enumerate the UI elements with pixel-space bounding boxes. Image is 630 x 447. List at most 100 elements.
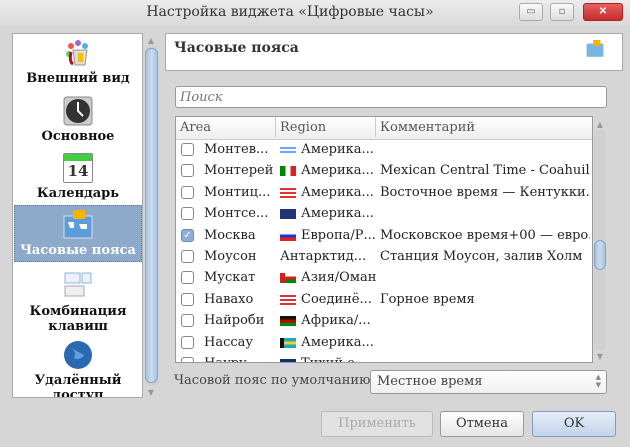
flag-bs-icon bbox=[280, 337, 296, 348]
sidebar-scroll-up[interactable]: ▲ bbox=[145, 36, 157, 45]
cell-area: Москва bbox=[204, 227, 256, 243]
sidebar: Внешний вид Основное 14 Календарь Часовы… bbox=[12, 33, 143, 398]
maximize-button[interactable]: ▫ bbox=[550, 3, 574, 21]
column-header-comment[interactable]: Комментарий bbox=[376, 117, 592, 137]
table-scroll-thumb[interactable] bbox=[594, 240, 606, 270]
cell-area: Монтерей bbox=[204, 163, 274, 179]
spinner-arrows-icon: ▲ ▼ bbox=[595, 373, 601, 389]
close-button[interactable]: ✕ bbox=[583, 3, 623, 21]
cell-region: Европа/Р... bbox=[301, 227, 376, 243]
sidebar-item-label: Календарь bbox=[36, 186, 120, 201]
row-checkbox[interactable] bbox=[181, 335, 194, 349]
flag-us-icon bbox=[280, 187, 296, 198]
table-row[interactable]: Найроби Африка/... bbox=[176, 310, 592, 331]
sidebar-scroll-thumb[interactable] bbox=[145, 48, 158, 383]
cell-area: Монтсе... bbox=[204, 206, 269, 222]
cell-region: Соединё... bbox=[301, 291, 372, 307]
cell-region: Тихий о... bbox=[301, 353, 381, 362]
sidebar-item-remote-access[interactable]: Удалённый доступ bbox=[14, 340, 142, 398]
cell-area: Монтиц... bbox=[204, 184, 271, 200]
table-scroll-down[interactable]: ▼ bbox=[594, 352, 606, 361]
flag-ke-icon bbox=[280, 316, 296, 327]
cell-area: Мускат bbox=[204, 270, 256, 286]
cell-region: Африка/... bbox=[301, 313, 371, 329]
sidebar-item-shortcuts[interactable]: Комбинация клавиш bbox=[14, 271, 142, 337]
cell-region: Америка... bbox=[301, 184, 374, 200]
cell-comment: Станция Моусон, залив Холм bbox=[380, 249, 583, 264]
row-checkbox[interactable] bbox=[181, 292, 194, 306]
cell-area: Навахо bbox=[204, 291, 254, 307]
flag-om-icon bbox=[280, 273, 296, 284]
table-row[interactable]: ✓ Москва Европа/Р... Московское время+00… bbox=[176, 225, 592, 246]
sidebar-item-timezones[interactable]: Часовые пояса bbox=[14, 205, 142, 262]
default-timezone-value: Местное время bbox=[377, 374, 483, 389]
sidebar-item-calendar[interactable]: 14 Календарь bbox=[14, 153, 142, 207]
cell-comment: Московское время+00 — евро... bbox=[380, 227, 590, 243]
cell-region: Америка... bbox=[301, 142, 374, 157]
world-map-icon bbox=[63, 210, 93, 239]
table-scrollbar[interactable] bbox=[594, 130, 606, 350]
sidebar-item-label: Внешний вид bbox=[26, 71, 130, 86]
cell-comment: Восточное время — Кентукки... bbox=[380, 184, 590, 200]
row-checkbox[interactable] bbox=[181, 314, 194, 328]
sidebar-scroll-down[interactable]: ▼ bbox=[145, 388, 157, 397]
sidebar-item-label: Удалённый доступ bbox=[34, 373, 122, 398]
sidebar-item-label: Часовые пояса bbox=[20, 243, 136, 258]
calendar-icon: 14 bbox=[63, 153, 93, 183]
timezone-table: Area Region Комментарий Монтев... Америк… bbox=[175, 116, 593, 363]
keyboard-icon bbox=[64, 272, 92, 297]
cell-area: Моусон bbox=[204, 249, 257, 264]
row-checkbox[interactable] bbox=[181, 271, 194, 285]
cell-comment: Горное время bbox=[380, 291, 475, 307]
sidebar-scrollbar[interactable] bbox=[145, 46, 158, 386]
sidebar-item-appearance[interactable]: Внешний вид bbox=[14, 38, 142, 92]
clock-icon bbox=[63, 96, 93, 126]
search-input[interactable] bbox=[175, 86, 607, 108]
flag-nr-icon bbox=[280, 359, 296, 362]
cell-area: Науру bbox=[204, 353, 279, 362]
table-row[interactable]: Мускат Азия/Оман bbox=[176, 267, 592, 288]
table-row[interactable]: Монтев... Америка... bbox=[176, 139, 592, 160]
default-timezone-label: Часовой пояс по умолчанию: bbox=[174, 373, 375, 388]
row-checkbox[interactable] bbox=[181, 207, 194, 221]
table-row[interactable]: Моусон Антарктид... Станция Моусон, зали… bbox=[176, 246, 592, 267]
table-row[interactable]: Науру Тихий о... bbox=[176, 353, 592, 362]
row-checkbox[interactable] bbox=[181, 185, 194, 199]
window-title: Настройка виджета «Цифровые часы» bbox=[146, 4, 434, 20]
row-checkbox[interactable] bbox=[181, 164, 194, 178]
title-bar: Настройка виджета «Цифровые часы» ▭ ▫ ✕ bbox=[0, 0, 630, 26]
row-checkbox[interactable] bbox=[181, 143, 194, 156]
globe-icon bbox=[64, 341, 92, 369]
row-checkbox[interactable]: ✓ bbox=[181, 228, 194, 242]
page-title: Часовые пояса bbox=[174, 40, 299, 56]
column-header-area[interactable]: Area bbox=[176, 117, 276, 137]
column-header-region[interactable]: Region bbox=[276, 117, 376, 137]
table-row[interactable]: Монтсе... Америка... bbox=[176, 203, 592, 224]
cell-comment: Mexican Central Time - Coahuil... bbox=[380, 163, 590, 179]
sidebar-item-label: Основное bbox=[41, 129, 115, 144]
ok-button[interactable]: OK bbox=[532, 411, 616, 437]
table-row[interactable]: Навахо Соединё... Горное время bbox=[176, 289, 592, 310]
flag-ru-icon bbox=[280, 230, 296, 241]
sidebar-item-label: Комбинация клавиш bbox=[29, 304, 127, 334]
cell-region: Америка... bbox=[301, 206, 374, 222]
sidebar-item-general[interactable]: Основное bbox=[14, 96, 142, 150]
flag-us-icon bbox=[280, 294, 296, 305]
cell-region: Америка... bbox=[301, 163, 374, 179]
minimize-button[interactable]: ▭ bbox=[519, 3, 543, 21]
cell-region: Азия/Оман bbox=[301, 270, 377, 286]
table-scroll-up[interactable]: ▲ bbox=[594, 120, 606, 129]
apply-button[interactable]: Применить bbox=[321, 411, 433, 437]
world-map-icon bbox=[586, 40, 604, 57]
table-row[interactable]: Монтерей Америка... Mexican Central Time… bbox=[176, 160, 592, 181]
row-checkbox[interactable] bbox=[181, 250, 194, 263]
default-timezone-select[interactable]: Местное время ▲ ▼ bbox=[370, 370, 607, 394]
cancel-button[interactable]: Отмена bbox=[440, 411, 524, 437]
cell-area: Нассау bbox=[204, 334, 254, 350]
cell-area: Найроби bbox=[204, 313, 265, 329]
table-header: Area Region Комментарий bbox=[176, 117, 592, 140]
row-checkbox[interactable] bbox=[181, 357, 194, 362]
flag-uy-icon bbox=[280, 145, 296, 155]
table-row[interactable]: Монтиц... Америка... Восточное время — К… bbox=[176, 182, 592, 203]
table-row[interactable]: Нассау Америка... bbox=[176, 332, 592, 353]
